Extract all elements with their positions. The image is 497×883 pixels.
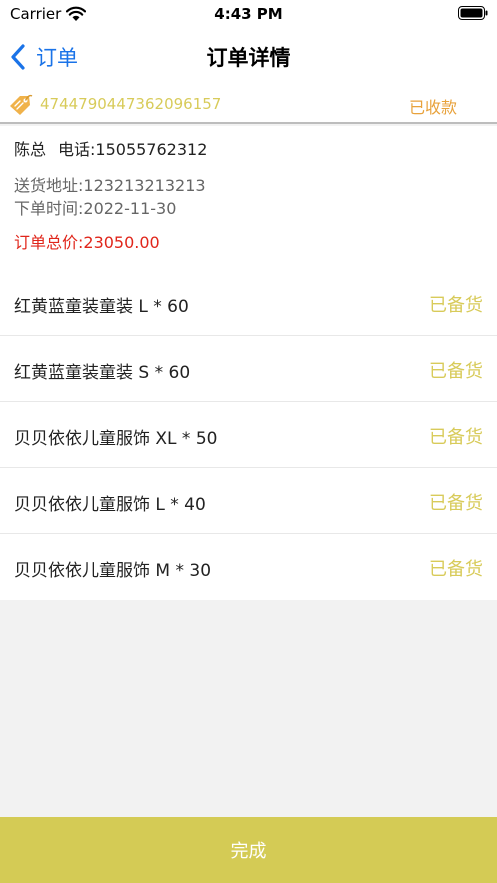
list-item[interactable]: 贝贝依依儿童服饰 M * 30 已备货: [0, 534, 497, 600]
order-header: 4744790447362096157 已收款: [0, 84, 497, 124]
list-item[interactable]: 红黄蓝童装童装 S * 60 已备货: [0, 336, 497, 402]
item-name: 贝贝依依儿童服饰 L * 40: [14, 495, 206, 515]
clock: 4:43 PM: [214, 5, 283, 23]
order-date: 下单时间:2022-11-30: [14, 199, 177, 218]
item-status: 已备货: [429, 559, 483, 580]
order-status-badge: 已收款: [408, 98, 457, 117]
item-name: 红黄蓝童装童装 S * 60: [14, 363, 191, 383]
item-status: 已备货: [429, 493, 483, 514]
customer-phone: 电话:15055762312: [58, 140, 208, 159]
list-item[interactable]: 贝贝依依儿童服饰 XL * 50 已备货: [0, 402, 497, 468]
status-bar: Carrier 4:43 PM: [0, 0, 497, 30]
item-name: 贝贝依依儿童服饰 M * 30: [14, 561, 212, 581]
item-status: 已备货: [429, 427, 483, 448]
order-number: 4744790447362096157: [40, 95, 222, 113]
customer-name: 陈总: [14, 140, 47, 159]
battery-icon: [458, 6, 488, 20]
order-info-card: 陈总 电话:15055762312 送货地址:123213213213 下单时间:…: [0, 126, 497, 270]
item-list: 红黄蓝童装童装 L * 60 已备货 红黄蓝童装童装 S * 60 已备货 贝贝…: [0, 270, 497, 600]
item-name: 贝贝依依儿童服饰 XL * 50: [14, 429, 218, 449]
page-title: 订单详情: [206, 46, 291, 70]
item-status: 已备货: [429, 295, 483, 316]
navigation-bar: 订单 订单详情: [0, 30, 497, 84]
price-tag-icon: [10, 94, 33, 115]
order-total: 订单总价:23050.00: [14, 233, 160, 252]
list-item[interactable]: 红黄蓝童装童装 L * 60 已备货: [0, 270, 497, 336]
item-name: 红黄蓝童装童装 L * 60: [14, 297, 189, 317]
item-status: 已备货: [429, 361, 483, 382]
customer-line: 陈总 电话:15055762312: [14, 136, 207, 160]
done-button[interactable]: 完成: [0, 817, 497, 883]
list-item[interactable]: 贝贝依依儿童服饰 L * 40 已备货: [0, 468, 497, 534]
delivery-address: 送货地址:123213213213: [14, 176, 206, 195]
